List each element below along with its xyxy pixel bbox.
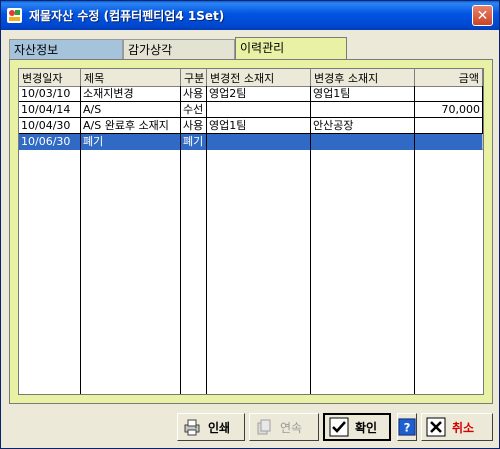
help-button[interactable]: ? [397, 413, 417, 441]
column-header-amount[interactable]: 금액 [415, 69, 483, 86]
column-header-type[interactable]: 구분 [181, 69, 207, 86]
checkmark-icon [329, 417, 349, 437]
grid-header: 변경일자 제목 구분 변경전 소재지 변경후 소재지 금액 [19, 69, 483, 87]
cell-type: 수선 [181, 102, 207, 118]
column-divider [180, 86, 181, 394]
column-header-title[interactable]: 제목 [81, 69, 181, 86]
cancel-label: 취소 [452, 420, 475, 435]
confirm-label: 확인 [355, 420, 378, 435]
tab-asset-info[interactable]: 자산정보 [9, 39, 123, 59]
cell-location-after: 안산공장 [311, 118, 415, 134]
column-divider [206, 86, 207, 394]
cell-date: 10/04/30 [19, 118, 81, 134]
history-panel: 변경일자 제목 구분 변경전 소재지 변경후 소재지 금액 10/03/10 소… [9, 59, 493, 404]
cell-amount [415, 118, 483, 134]
cell-title: A/S [81, 102, 181, 118]
cell-type: 폐기 [181, 134, 207, 150]
cell-title: A/S 완료후 소재지 [81, 118, 181, 134]
column-header-date[interactable]: 변경일자 [19, 69, 81, 86]
cell-amount: 70,000 [415, 102, 483, 118]
column-divider [414, 86, 415, 394]
cell-location-after: 영업1팀 [311, 86, 415, 102]
cell-date: 10/06/30 [19, 134, 81, 150]
cell-location-before: 영업1팀 [207, 118, 311, 134]
cancel-button[interactable]: 취소 [421, 413, 493, 441]
tab-strip: 자산정보 감가상각 이력관리 [9, 37, 493, 59]
continuous-button[interactable]: 연속 [249, 413, 319, 441]
cell-location-before [207, 134, 311, 150]
cell-location-before: 영업2팀 [207, 86, 311, 102]
cell-location-before [207, 102, 311, 118]
cell-title: 폐기 [81, 134, 181, 150]
print-label: 인쇄 [208, 420, 231, 435]
document-icon [257, 419, 271, 435]
confirm-button[interactable]: 확인 [323, 413, 391, 441]
cell-title: 소재지변경 [81, 86, 181, 102]
column-header-location-after[interactable]: 변경후 소재지 [311, 69, 415, 86]
title-bar[interactable]: 재물자산 수정 (컴퓨터펜티엄4 1Set) ✕ [1, 1, 499, 30]
cell-type: 사용 [181, 86, 207, 102]
cell-amount [415, 134, 483, 150]
cell-date: 10/04/14 [19, 102, 81, 118]
help-icon: ? [398, 418, 416, 436]
cell-date: 10/03/10 [19, 86, 81, 102]
column-header-location-before[interactable]: 변경전 소재지 [207, 69, 311, 86]
window-title: 재물자산 수정 (컴퓨터펜티엄4 1Set) [29, 9, 225, 23]
close-button[interactable]: ✕ [472, 5, 493, 26]
printer-icon [184, 419, 200, 436]
continuous-label: 연속 [280, 420, 303, 435]
column-divider [80, 86, 81, 394]
tab-history[interactable]: 이력관리 [235, 37, 347, 59]
help-symbol: ? [404, 421, 411, 435]
app-icon [7, 8, 22, 23]
x-icon [426, 417, 446, 437]
tab-depreciation[interactable]: 감가상각 [123, 39, 235, 59]
close-icon: ✕ [476, 8, 489, 24]
dialog-window: 재물자산 수정 (컴퓨터펜티엄4 1Set) ✕ 자산정보 감가상각 이력관리 … [0, 0, 500, 449]
cell-type: 사용 [181, 118, 207, 134]
cell-location-after [311, 102, 415, 118]
history-grid[interactable]: 변경일자 제목 구분 변경전 소재지 변경후 소재지 금액 10/03/10 소… [18, 68, 484, 395]
column-divider [310, 86, 311, 394]
cell-amount [415, 86, 483, 102]
cell-location-after [311, 134, 415, 150]
print-button[interactable]: 인쇄 [177, 413, 245, 441]
